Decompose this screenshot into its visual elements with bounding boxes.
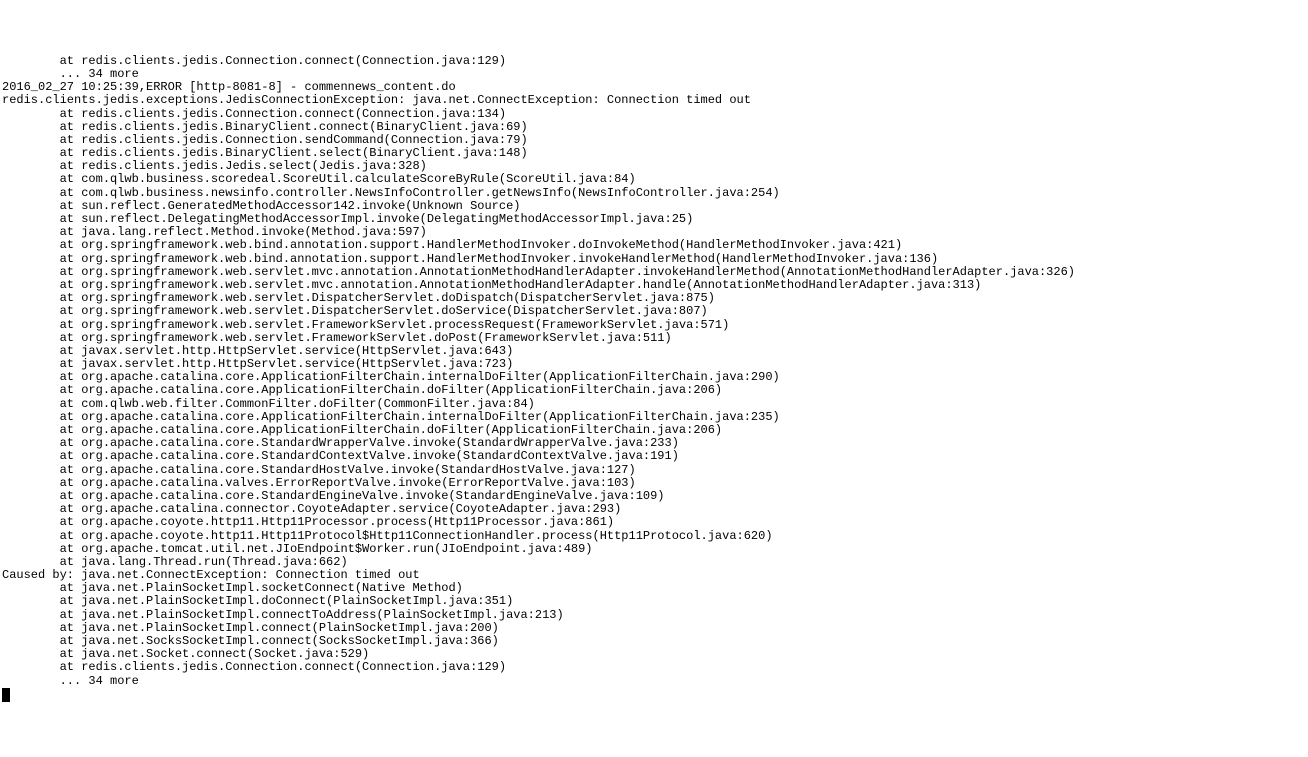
log-line: at org.apache.coyote.http11.Http11Proces… [2,516,1306,529]
log-line: at com.qlwb.business.scoredeal.ScoreUtil… [2,173,1306,186]
log-line: at org.apache.catalina.core.StandardHost… [2,464,1306,477]
log-line: redis.clients.jedis.exceptions.JedisConn… [2,94,1306,107]
log-line: at org.springframework.web.servlet.Frame… [2,319,1306,332]
log-line: at redis.clients.jedis.Connection.connec… [2,661,1306,674]
log-line: at org.apache.catalina.core.ApplicationF… [2,384,1306,397]
log-line: at redis.clients.jedis.BinaryClient.conn… [2,121,1306,134]
log-line: at java.net.Socket.connect(Socket.java:5… [2,648,1306,661]
log-line: at org.springframework.web.servlet.Dispa… [2,305,1306,318]
log-line: at com.qlwb.business.newsinfo.controller… [2,187,1306,200]
log-line: at org.apache.tomcat.util.net.JIoEndpoin… [2,543,1306,556]
log-line: at java.net.PlainSocketImpl.doConnect(Pl… [2,595,1306,608]
log-output[interactable]: at redis.clients.jedis.Connection.connec… [2,55,1306,688]
log-line: at org.springframework.web.servlet.Frame… [2,332,1306,345]
log-line: at org.springframework.web.bind.annotati… [2,253,1306,266]
log-line: at org.apache.catalina.core.StandardCont… [2,450,1306,463]
log-line: ... 34 more [2,675,1306,688]
log-line: at org.springframework.web.servlet.mvc.a… [2,266,1306,279]
log-line: at java.net.PlainSocketImpl.connectToAdd… [2,609,1306,622]
log-line: at redis.clients.jedis.Connection.connec… [2,55,1306,68]
log-line: at redis.clients.jedis.Connection.connec… [2,108,1306,121]
log-line: at org.apache.coyote.http11.Http11Protoc… [2,530,1306,543]
terminal-cursor [2,688,10,702]
log-line: at org.springframework.web.bind.annotati… [2,239,1306,252]
log-line: at com.qlwb.web.filter.CommonFilter.doFi… [2,398,1306,411]
log-line: at org.apache.catalina.valves.ErrorRepor… [2,477,1306,490]
